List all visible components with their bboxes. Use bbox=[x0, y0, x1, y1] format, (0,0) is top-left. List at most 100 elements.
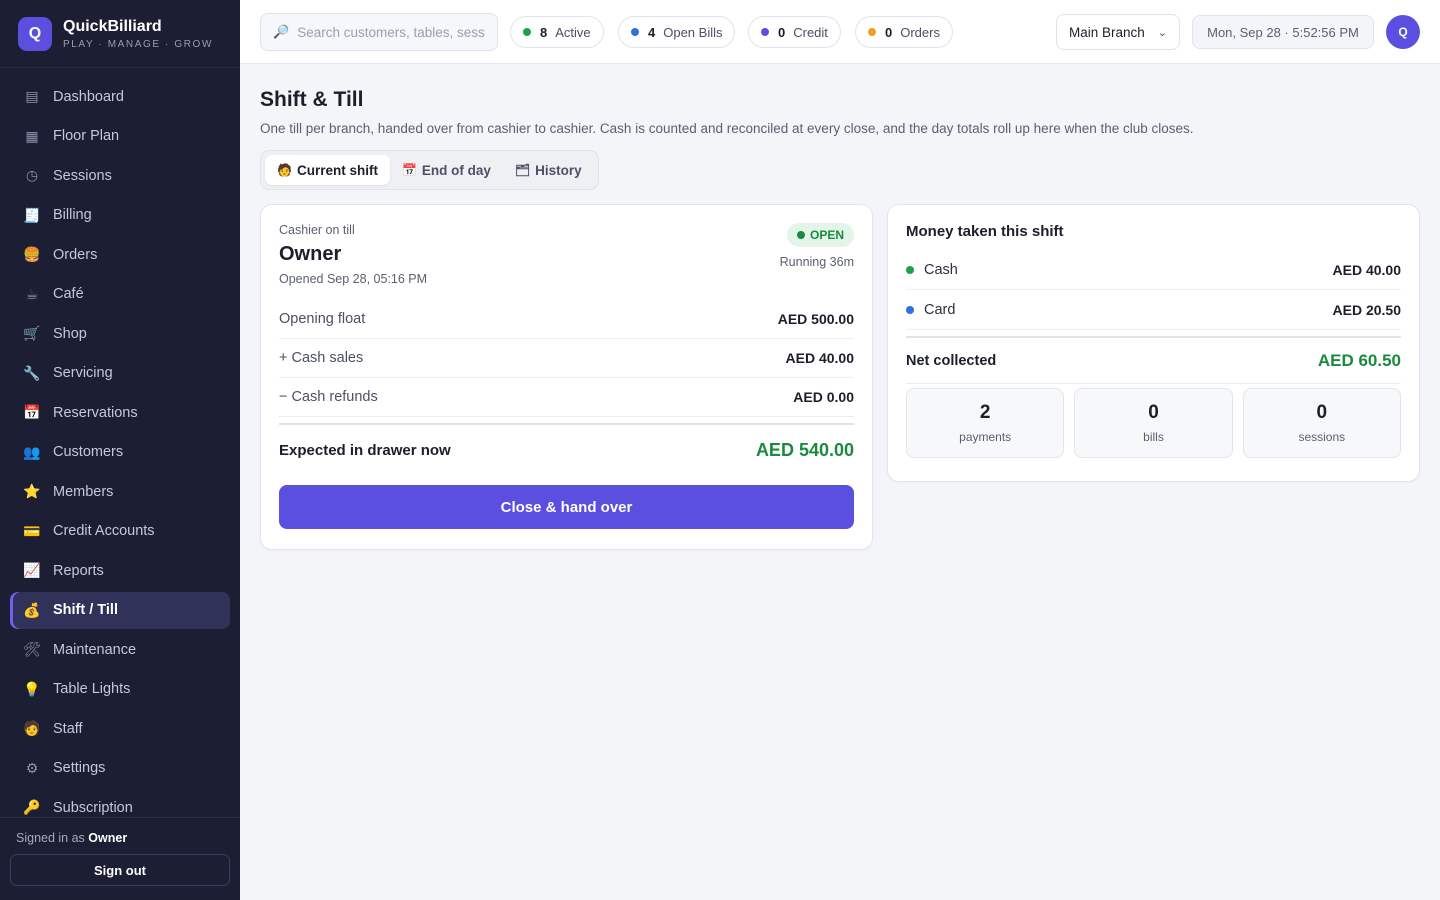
open-bills-pill[interactable]: 4 Open Bills bbox=[618, 16, 736, 48]
sidebar-item-label: Staff bbox=[53, 720, 83, 737]
stat-value: 0 bbox=[1148, 402, 1159, 423]
expected-amount: AED 540.00 bbox=[755, 439, 854, 460]
sidebar-item-label: Settings bbox=[53, 760, 106, 777]
sidebar-item-settings[interactable]: ⚙ Settings bbox=[10, 750, 230, 788]
money-taken-card: Money taken this shift Cash AED 40.00 Ca… bbox=[887, 204, 1420, 482]
tab-label: Current shift bbox=[296, 162, 378, 178]
search-input[interactable] bbox=[297, 24, 485, 40]
sidebar-item-reports[interactable]: 📈 Reports bbox=[10, 552, 230, 590]
cart-icon: 🛒 bbox=[23, 325, 41, 342]
datetime-display: Mon, Sep 28 · 5:52:56 PM bbox=[1192, 15, 1374, 49]
sidebar-item-credit-accounts[interactable]: 💳 Credit Accounts bbox=[10, 513, 230, 551]
sidebar-nav: ▤ Dashboard ▦ Floor Plan ◷ Sessions 🧾 Billin… bbox=[0, 68, 240, 827]
cashier-name: Owner bbox=[279, 243, 342, 265]
sidebar-item-label: Café bbox=[53, 286, 84, 303]
cash-dot-icon bbox=[906, 265, 914, 274]
sidebar-item-dashboard[interactable]: ▤ Dashboard bbox=[10, 78, 230, 116]
wrench-icon: 🔧 bbox=[23, 364, 41, 381]
pill-label: Open Bills bbox=[663, 24, 723, 40]
star-icon: ⭐ bbox=[23, 483, 41, 500]
person-icon: 🧑 bbox=[23, 720, 41, 737]
sidebar-item-label: Servicing bbox=[53, 365, 113, 382]
status-dot-icon bbox=[523, 28, 531, 36]
stat-bills: 0 bills bbox=[1074, 388, 1233, 458]
row-amount: AED 500.00 bbox=[777, 311, 854, 327]
sidebar-item-staff[interactable]: 🧑 Staff bbox=[10, 710, 230, 748]
stat-label: payments bbox=[959, 430, 1012, 444]
sidebar-item-reservations[interactable]: 📅 Reservations bbox=[10, 394, 230, 432]
tab-end-of-day[interactable]: 📅 End of day bbox=[390, 155, 503, 185]
tab-label: History bbox=[535, 162, 582, 178]
users-icon: 👥 bbox=[23, 443, 41, 460]
sidebar-item-servicing[interactable]: 🔧 Servicing bbox=[10, 355, 230, 393]
expected-in-drawer: Expected in drawer now AED 540.00 bbox=[279, 425, 854, 475]
sidebar-item-table-lights[interactable]: 💡 Table Lights bbox=[10, 671, 230, 709]
pill-count: 0 bbox=[778, 24, 786, 40]
status-dot-icon bbox=[796, 231, 805, 239]
credit-pill[interactable]: 0 Credit bbox=[748, 16, 841, 48]
row-label: + Cash sales bbox=[279, 350, 364, 366]
sidebar-item-label: Shift / Till bbox=[53, 602, 118, 619]
brand[interactable]: Q QuickBilliard PLAY · MANAGE · GROW bbox=[0, 0, 240, 68]
tab-history[interactable]: 🗂 History bbox=[503, 155, 594, 185]
avatar[interactable]: Q bbox=[1386, 15, 1420, 49]
sidebar-item-label: Customers bbox=[53, 444, 124, 461]
sidebar-item-shift-till[interactable]: 💰 Shift / Till bbox=[10, 591, 230, 629]
burger-icon: 🍔 bbox=[23, 246, 41, 263]
sidebar: Q QuickBilliard PLAY · MANAGE · GROW ▤ Da… bbox=[0, 0, 240, 900]
sidebar-item-maintenance[interactable]: 🛠 Maintenance bbox=[10, 631, 230, 669]
sidebar-item-label: Maintenance bbox=[53, 641, 137, 658]
sidebar-item-members[interactable]: ⭐ Members bbox=[10, 473, 230, 511]
branch-name: Main Branch bbox=[1069, 24, 1145, 40]
status-badge: OPEN bbox=[786, 223, 854, 247]
sidebar-item-label: Billing bbox=[53, 207, 92, 224]
branch-select[interactable]: Main Branch ⌄ bbox=[1056, 14, 1180, 50]
signed-in-prefix: Signed in as bbox=[16, 831, 85, 845]
brand-name: QuickBilliard bbox=[63, 17, 162, 35]
pill-count: 8 bbox=[540, 24, 548, 40]
sidebar-item-label: Credit Accounts bbox=[53, 523, 155, 540]
sidebar-item-shop[interactable]: 🛒 Shop bbox=[10, 315, 230, 353]
search-box[interactable]: 🔎 bbox=[260, 13, 498, 51]
page-subtitle: One till per branch, handed over from ca… bbox=[260, 121, 1194, 136]
row-amount: AED 40.00 bbox=[1332, 261, 1401, 278]
light-bulb-icon: 💡 bbox=[23, 680, 41, 697]
card-dot-icon bbox=[906, 305, 914, 314]
money-row-card: Card AED 20.50 bbox=[906, 290, 1401, 330]
till-row-cash-refunds: − Cash refunds AED 0.00 bbox=[279, 378, 854, 417]
sidebar-item-cafe[interactable]: ☕ Café bbox=[10, 276, 230, 314]
sidebar-item-sessions[interactable]: ◷ Sessions bbox=[10, 157, 230, 195]
row-label: Cash bbox=[924, 261, 958, 278]
sidebar-item-floor-plan[interactable]: ▦ Floor Plan bbox=[10, 118, 230, 156]
calendar-icon: 📅 bbox=[23, 404, 41, 421]
chart-icon: 📈 bbox=[23, 562, 41, 579]
page-title: Shift & Till bbox=[260, 88, 364, 111]
till-row-cash-sales: + Cash sales AED 40.00 bbox=[279, 339, 854, 378]
sidebar-item-label: Members bbox=[53, 483, 114, 500]
close-hand-over-button[interactable]: Close & hand over bbox=[279, 485, 854, 529]
sidebar-item-label: Sessions bbox=[53, 167, 112, 184]
money-row-cash: Cash AED 40.00 bbox=[906, 250, 1401, 290]
running-time: Running 36m bbox=[779, 255, 854, 269]
orders-pill[interactable]: 0 Orders bbox=[855, 16, 953, 48]
status-dot-icon bbox=[868, 28, 876, 36]
tools-icon: 🛠 bbox=[23, 641, 41, 658]
tab-current-shift[interactable]: 🧑 Current shift bbox=[265, 155, 390, 185]
grid-icon: ▦ bbox=[25, 127, 39, 144]
pill-label: Active bbox=[555, 24, 591, 40]
sidebar-item-billing[interactable]: 🧾 Billing bbox=[10, 197, 230, 235]
active-sessions-pill[interactable]: 8 Active bbox=[510, 16, 604, 48]
gear-icon: ⚙ bbox=[25, 759, 39, 776]
current-shift-card: Cashier on till Owner Opened Sep 28, 05:… bbox=[260, 204, 873, 550]
status-dot-icon bbox=[631, 28, 639, 36]
sidebar-item-customers[interactable]: 👥 Customers bbox=[10, 434, 230, 472]
sign-out-button[interactable]: Sign out bbox=[10, 854, 230, 886]
pill-count: 4 bbox=[648, 24, 656, 40]
calendar-icon: 📅 bbox=[401, 163, 417, 177]
stat-value: 0 bbox=[1316, 402, 1328, 423]
pill-count: 0 bbox=[885, 24, 893, 40]
signed-in-user: Owner bbox=[88, 831, 128, 845]
row-amount: AED 0.00 bbox=[793, 389, 854, 405]
sidebar-item-orders[interactable]: 🍔 Orders bbox=[10, 236, 230, 274]
sidebar-item-label: Shop bbox=[53, 325, 87, 342]
